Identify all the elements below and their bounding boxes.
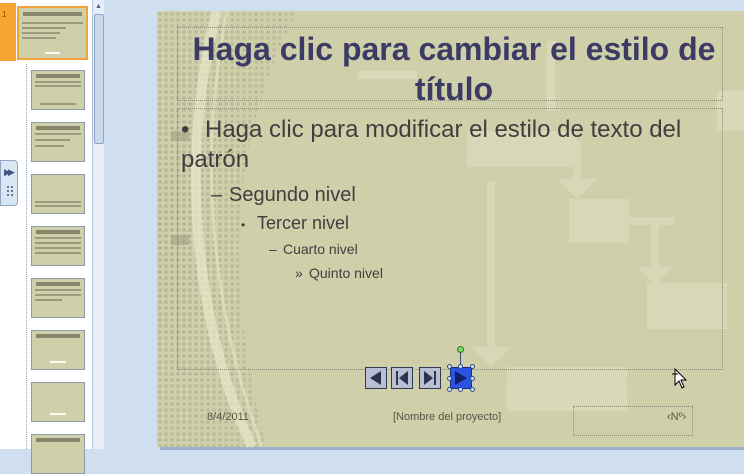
- first-slide-button[interactable]: [391, 367, 413, 389]
- slide-thumbnail-9[interactable]: [31, 434, 85, 474]
- slides-thumbnail-pane: 1: [0, 0, 93, 474]
- text-level-1-label: Haga clic para modificar el estilo de te…: [181, 116, 682, 173]
- slide-thumbnail-8[interactable]: [31, 382, 85, 422]
- rotation-handle[interactable]: [457, 346, 464, 353]
- bullet-level-1: •: [181, 116, 190, 143]
- resize-handle-r[interactable]: [470, 376, 475, 381]
- text-level-4-label: Cuarto nivel: [283, 241, 358, 257]
- grip-dots-icon: [6, 185, 14, 197]
- thumbnail-scrollbar[interactable]: ▲: [92, 0, 104, 449]
- bullet-level-4: –: [269, 241, 277, 257]
- slide-thumbnail-5[interactable]: [31, 226, 85, 266]
- slide-number: 1: [2, 10, 7, 19]
- text-level-5: » Quinto nivel: [295, 261, 721, 285]
- resize-handle-l[interactable]: [447, 376, 452, 381]
- footer-project-name: [Nombre del proyecto]: [393, 411, 502, 423]
- slide-thumbnail-4[interactable]: [31, 174, 85, 214]
- bullet-level-2: –: [211, 184, 223, 206]
- text-level-1: • Haga clic para modificar el estilo de t…: [181, 115, 721, 175]
- text-level-5-label: Quinto nivel: [309, 265, 383, 281]
- resize-handle-t[interactable]: [458, 364, 463, 369]
- back-button[interactable]: [365, 367, 387, 389]
- last-slide-icon: [424, 371, 436, 385]
- text-level-2: – Segundo nivel: [211, 181, 721, 209]
- scrollbar-thumb[interactable]: [94, 14, 104, 144]
- slide-thumbnail-7[interactable]: [31, 330, 85, 370]
- double-chevron-right-icon: ▶▶: [4, 167, 15, 177]
- scroll-up-arrow-icon[interactable]: ▲: [94, 2, 103, 11]
- collapse-pane-tab[interactable]: ▶▶: [0, 160, 18, 206]
- resize-handle-bl[interactable]: [447, 387, 452, 392]
- next-icon: [455, 371, 467, 385]
- footer-date: 8/4/2011: [207, 411, 250, 423]
- last-slide-button[interactable]: [419, 367, 441, 389]
- back-icon: [370, 371, 381, 385]
- resize-handle-br[interactable]: [470, 387, 475, 392]
- next-button[interactable]: [450, 367, 472, 389]
- text-level-3: • Tercer nivel: [241, 211, 721, 237]
- text-level-3-label: Tercer nivel: [257, 213, 350, 233]
- text-level-4: – Cuarto nivel: [269, 237, 721, 261]
- resize-handle-b[interactable]: [458, 387, 463, 392]
- resize-handle-tr[interactable]: [470, 364, 475, 369]
- slide-title: Haga clic para cambiar el estilo de títu…: [192, 31, 716, 107]
- slide-thumbnail-1[interactable]: [17, 6, 88, 60]
- slide-thumbnail-2[interactable]: [31, 70, 85, 110]
- resize-handle-tl[interactable]: [447, 364, 452, 369]
- slide-canvas[interactable]: Haga clic para cambiar el estilo de títu…: [157, 11, 744, 447]
- thumbnail-divider: [26, 64, 27, 449]
- bullet-level-5: »: [295, 265, 303, 281]
- slide-thumbnail-6[interactable]: [31, 278, 85, 318]
- text-level-2-label: Segundo nivel: [229, 184, 356, 206]
- move-cursor-icon: [672, 368, 688, 389]
- footer-slide-number: ‹Nº›: [667, 411, 687, 423]
- bullet-level-3: •: [241, 218, 246, 232]
- slide-body-text: • Haga clic para modificar el estilo de t…: [181, 115, 721, 285]
- slide-thumbnail-3[interactable]: [31, 122, 85, 162]
- first-slide-icon: [396, 371, 408, 385]
